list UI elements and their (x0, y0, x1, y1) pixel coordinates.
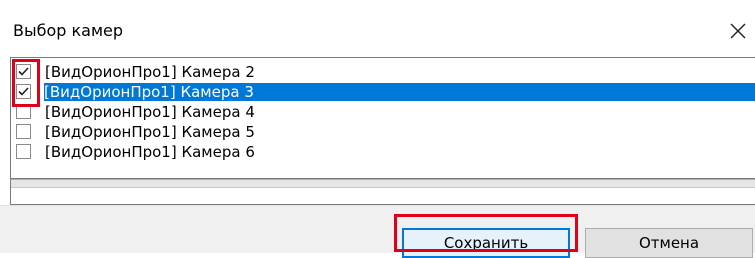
scrollbar-track[interactable] (11, 180, 755, 188)
list-item[interactable]: [ВидОрионПро1] Камера 3 (12, 82, 755, 102)
list-item[interactable]: [ВидОрионПро1] Камера 5 (12, 122, 755, 142)
cancel-button[interactable]: Отмена (585, 228, 753, 258)
checkbox[interactable] (16, 144, 31, 159)
close-icon[interactable] (727, 20, 749, 42)
camera-list[interactable]: [ВидОрионПро1] Камера 2 [ВидОрионПро1] К… (10, 57, 755, 179)
list-item[interactable]: [ВидОрионПро1] Камера 6 (12, 142, 755, 162)
list-item-label: [ВидОрионПро1] Камера 6 (45, 143, 255, 161)
list-item[interactable]: [ВидОрионПро1] Камера 4 (12, 102, 755, 122)
horizontal-scrollbar[interactable] (10, 179, 755, 205)
dialog-footer: Сохранить Отмена (0, 205, 755, 258)
list-item-label: [ВидОрионПро1] Камера 5 (45, 123, 255, 141)
list-item-label: [ВидОрионПро1] Камера 4 (45, 103, 255, 121)
save-button[interactable]: Сохранить (402, 228, 570, 258)
checkbox[interactable] (16, 104, 31, 119)
list-item-label: [ВидОрионПро1] Камера 3 (44, 83, 755, 101)
title-bar: Выбор камер (0, 0, 755, 57)
list-item[interactable]: [ВидОрионПро1] Камера 2 (12, 62, 755, 82)
list-item-label: [ВидОрионПро1] Камера 2 (45, 63, 255, 81)
checkbox[interactable] (16, 84, 31, 99)
checkbox[interactable] (16, 64, 31, 79)
checkbox[interactable] (16, 124, 31, 139)
window-title: Выбор камер (13, 21, 124, 40)
